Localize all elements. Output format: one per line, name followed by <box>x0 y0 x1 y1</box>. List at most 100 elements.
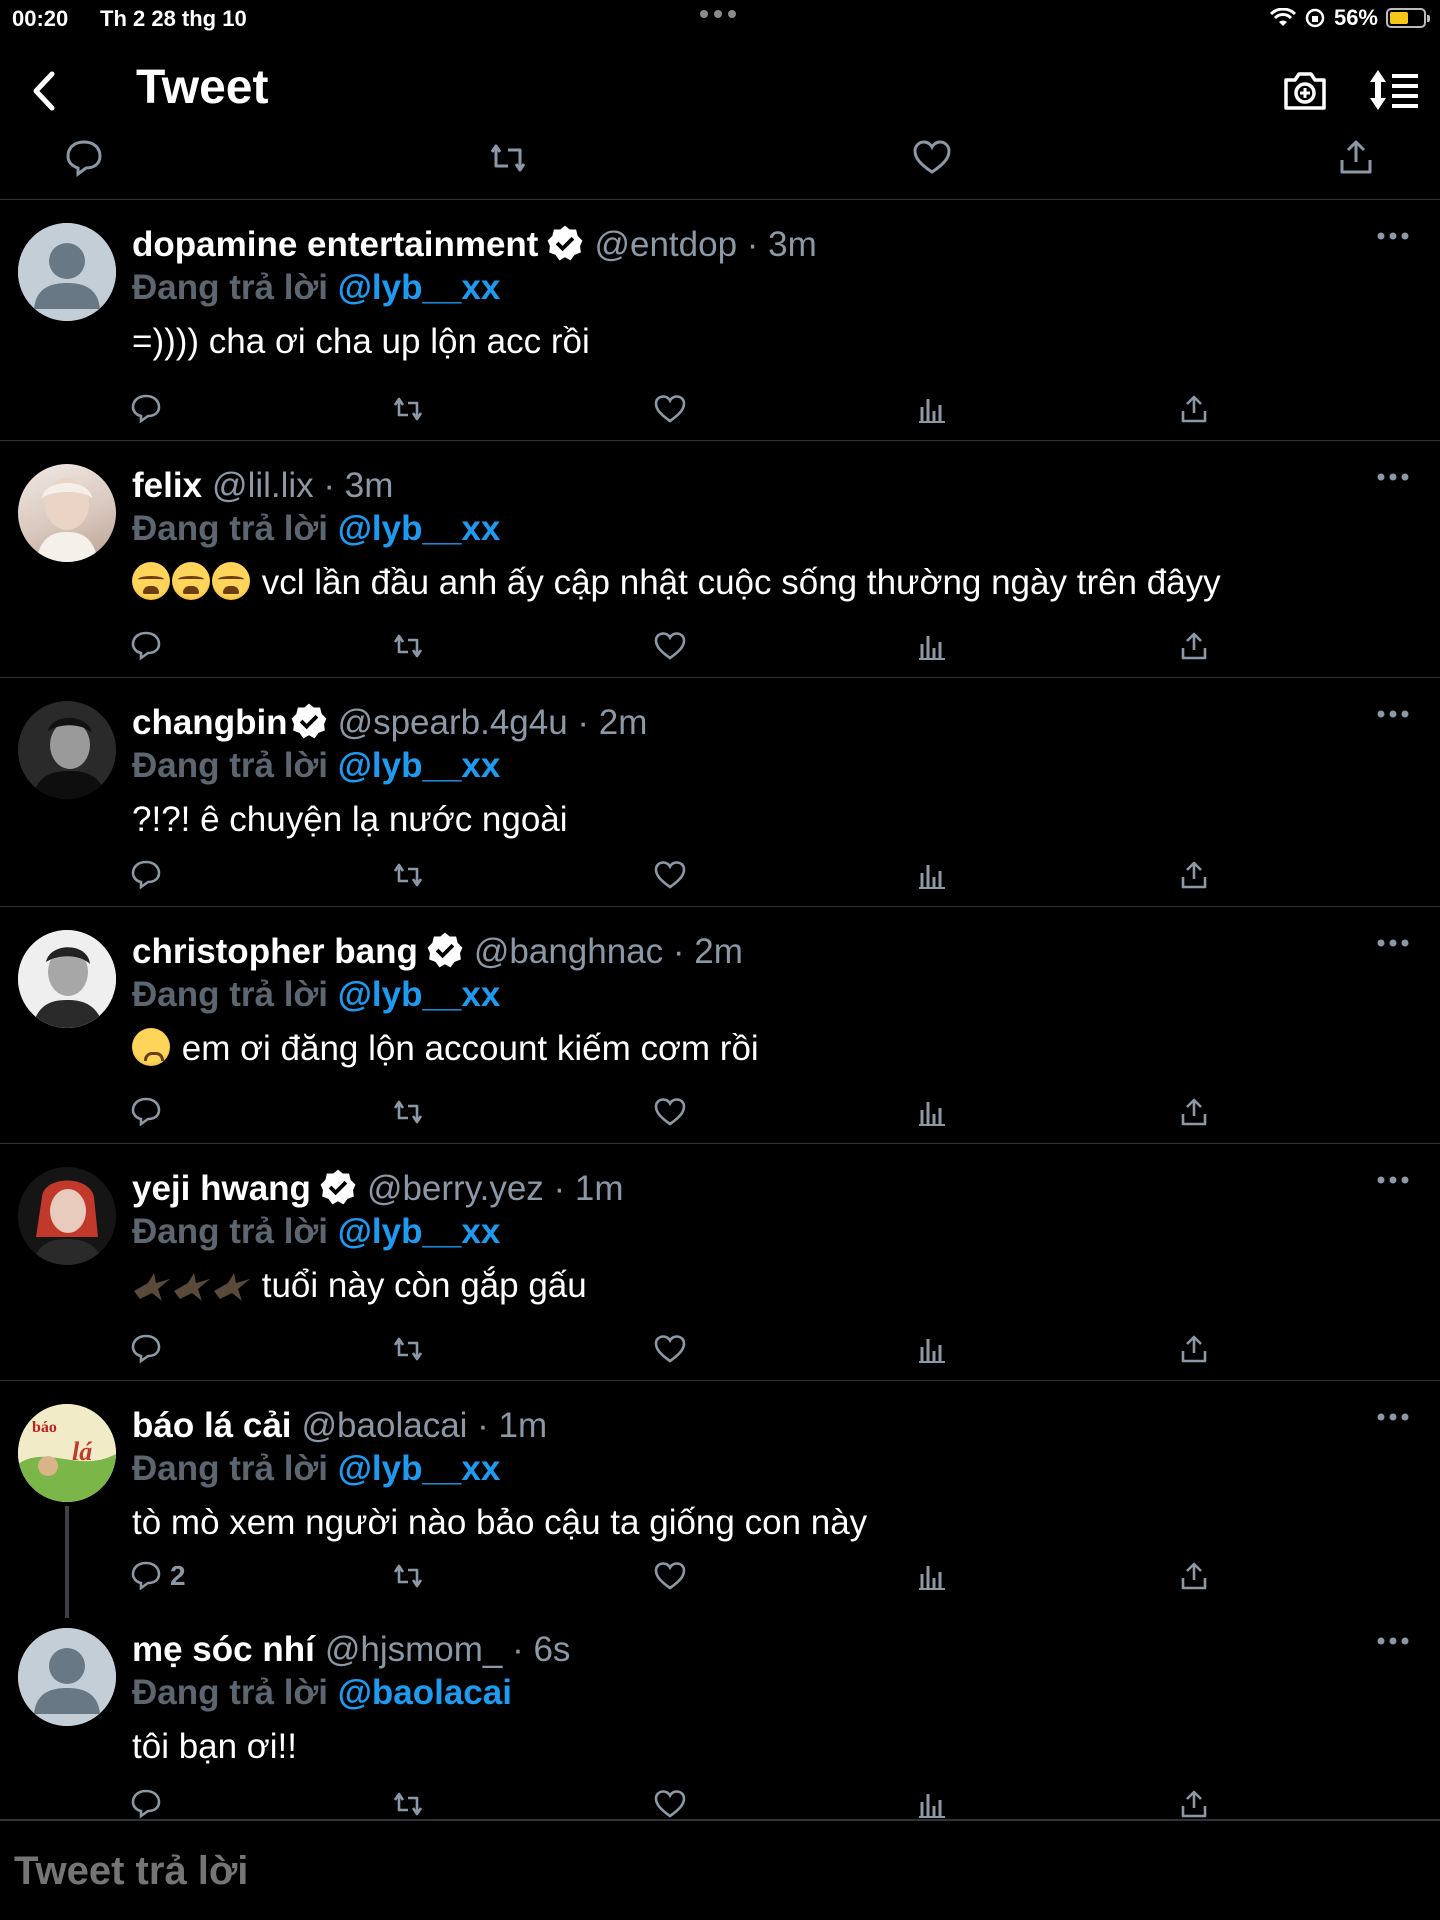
mention-link[interactable]: @lyb__xx <box>338 1449 501 1488</box>
share-button[interactable] <box>1178 857 1210 893</box>
views-button[interactable] <box>916 1786 948 1822</box>
views-button[interactable] <box>916 857 948 893</box>
back-icon[interactable] <box>24 66 64 116</box>
like-button[interactable] <box>654 628 686 664</box>
more-icon[interactable] <box>1376 936 1410 950</box>
mention-link[interactable]: @lyb__xx <box>338 509 501 548</box>
like-button[interactable] <box>654 1331 686 1367</box>
more-icon[interactable] <box>1376 1173 1410 1187</box>
share-button[interactable] <box>1178 1094 1210 1130</box>
avatar-photo[interactable] <box>18 930 116 1028</box>
tweet-actions: 2 <box>130 1558 1230 1598</box>
views-button[interactable] <box>916 628 948 664</box>
handle-time[interactable]: @berry.yez · 1m <box>367 1169 624 1208</box>
handle-time[interactable]: @baolacai · 1m <box>302 1406 548 1445</box>
reply-tweet[interactable]: mẹ sóc nhí @hjsmom_ · 6s Đang trả lời @ba… <box>0 1610 1440 1820</box>
display-name[interactable]: dopamine entertainment <box>132 225 538 264</box>
avatar-logo[interactable]: báo lá <box>18 1404 116 1502</box>
sort-icon[interactable] <box>1368 66 1420 114</box>
multitasking-dots-icon[interactable] <box>700 8 740 20</box>
avatar-photo[interactable] <box>18 701 116 799</box>
display-name[interactable]: felix <box>132 466 202 505</box>
mention-link[interactable]: @lyb__xx <box>338 268 501 307</box>
retweet-button[interactable] <box>392 628 424 664</box>
status-date: Th 2 28 thg 10 <box>100 6 247 31</box>
mention-link[interactable]: @lyb__xx <box>338 975 501 1014</box>
more-icon[interactable] <box>1376 229 1410 243</box>
avatar-photo[interactable] <box>18 464 116 562</box>
reply-icon <box>131 394 161 424</box>
handle-time[interactable]: @spearb.4g4u · 2m <box>338 703 648 742</box>
views-button[interactable] <box>916 1558 948 1594</box>
retweet-button[interactable] <box>392 1331 424 1367</box>
reply-button[interactable] <box>130 391 162 427</box>
more-icon[interactable] <box>1376 1410 1410 1424</box>
tweet-text: tôi bạn ơi!! <box>132 1727 297 1766</box>
display-name[interactable]: changbin <box>132 703 288 742</box>
like-button[interactable] <box>654 1786 686 1822</box>
eagle-icon <box>134 1273 170 1301</box>
display-name[interactable]: mẹ sóc nhí <box>132 1630 315 1669</box>
reply-button[interactable]: 2 <box>130 1558 186 1594</box>
more-icon[interactable] <box>1376 1634 1410 1648</box>
share-button[interactable] <box>1178 1331 1210 1367</box>
share-icon <box>1181 861 1207 889</box>
camera-plus-icon[interactable] <box>1282 68 1328 112</box>
crying-emoji-icon <box>132 562 170 600</box>
retweet-button[interactable] <box>392 391 424 427</box>
retweet-button[interactable] <box>392 1558 424 1594</box>
reply-tweet[interactable]: dopamine entertainment @entdop · 3m Đang … <box>0 201 1440 441</box>
verified-icon <box>291 703 326 739</box>
views-button[interactable] <box>916 391 948 427</box>
worried-emoji-icon <box>132 1028 170 1066</box>
views-button[interactable] <box>916 1331 948 1367</box>
reply-input[interactable] <box>14 1843 714 1899</box>
reply-icon[interactable] <box>64 138 104 178</box>
reply-button[interactable] <box>130 857 162 893</box>
mention-link[interactable]: @lyb__xx <box>338 746 501 785</box>
mention-link[interactable]: @lyb__xx <box>338 1212 501 1251</box>
handle-time[interactable]: @banghnac · 2m <box>474 932 743 971</box>
more-icon[interactable] <box>1376 707 1410 721</box>
reply-button[interactable] <box>130 1331 162 1367</box>
eagle-icon <box>174 1273 210 1301</box>
mention-link[interactable]: @baolacai <box>338 1673 512 1712</box>
more-icon[interactable] <box>1376 470 1410 484</box>
svg-text:báo: báo <box>32 1419 57 1436</box>
share-button[interactable] <box>1178 628 1210 664</box>
reply-tweet[interactable]: báo lá báo lá cải @baolacai · 1m Đang trả … <box>0 1382 1440 1618</box>
display-name[interactable]: báo lá cải <box>132 1406 292 1445</box>
reply-tweet[interactable]: felix @lil.lix · 3m Đang trả lời @lyb__xx… <box>0 442 1440 678</box>
reply-button[interactable] <box>130 1786 162 1822</box>
retweet-button[interactable] <box>392 857 424 893</box>
svg-text:lá: lá <box>72 1437 93 1466</box>
retweet-icon[interactable] <box>488 138 528 178</box>
battery-percent: 56% <box>1333 5 1378 30</box>
retweet-button[interactable] <box>392 1094 424 1130</box>
reply-button[interactable] <box>130 1094 162 1130</box>
like-button[interactable] <box>654 1094 686 1130</box>
share-button[interactable] <box>1178 1558 1210 1594</box>
reply-tweet[interactable]: changbin @spearb.4g4u · 2m Đang trả lời @… <box>0 679 1440 907</box>
like-button[interactable] <box>654 857 686 893</box>
like-button[interactable] <box>654 1558 686 1594</box>
reply-tweet[interactable]: christopher bang @banghnac · 2m Đang trả … <box>0 908 1440 1144</box>
handle-time[interactable]: @hjsmom_ · 6s <box>325 1630 571 1669</box>
reply-button[interactable] <box>130 628 162 664</box>
verified-icon <box>427 932 463 968</box>
avatar-default[interactable] <box>18 223 116 321</box>
like-button[interactable] <box>654 391 686 427</box>
display-name[interactable]: christopher bang <box>132 932 418 971</box>
like-icon[interactable] <box>912 138 952 178</box>
share-button[interactable] <box>1178 391 1210 427</box>
share-button[interactable] <box>1178 1786 1210 1822</box>
handle-time[interactable]: @lil.lix · 3m <box>212 466 393 505</box>
avatar-default[interactable] <box>18 1628 116 1726</box>
retweet-button[interactable] <box>392 1786 424 1822</box>
views-button[interactable] <box>916 1094 948 1130</box>
avatar-photo[interactable] <box>18 1167 116 1265</box>
display-name[interactable]: yeji hwang <box>132 1169 311 1208</box>
reply-tweet[interactable]: yeji hwang @berry.yez · 1m Đang trả lời @… <box>0 1145 1440 1381</box>
handle-time[interactable]: @entdop · 3m <box>594 225 816 264</box>
share-icon[interactable] <box>1336 138 1376 178</box>
